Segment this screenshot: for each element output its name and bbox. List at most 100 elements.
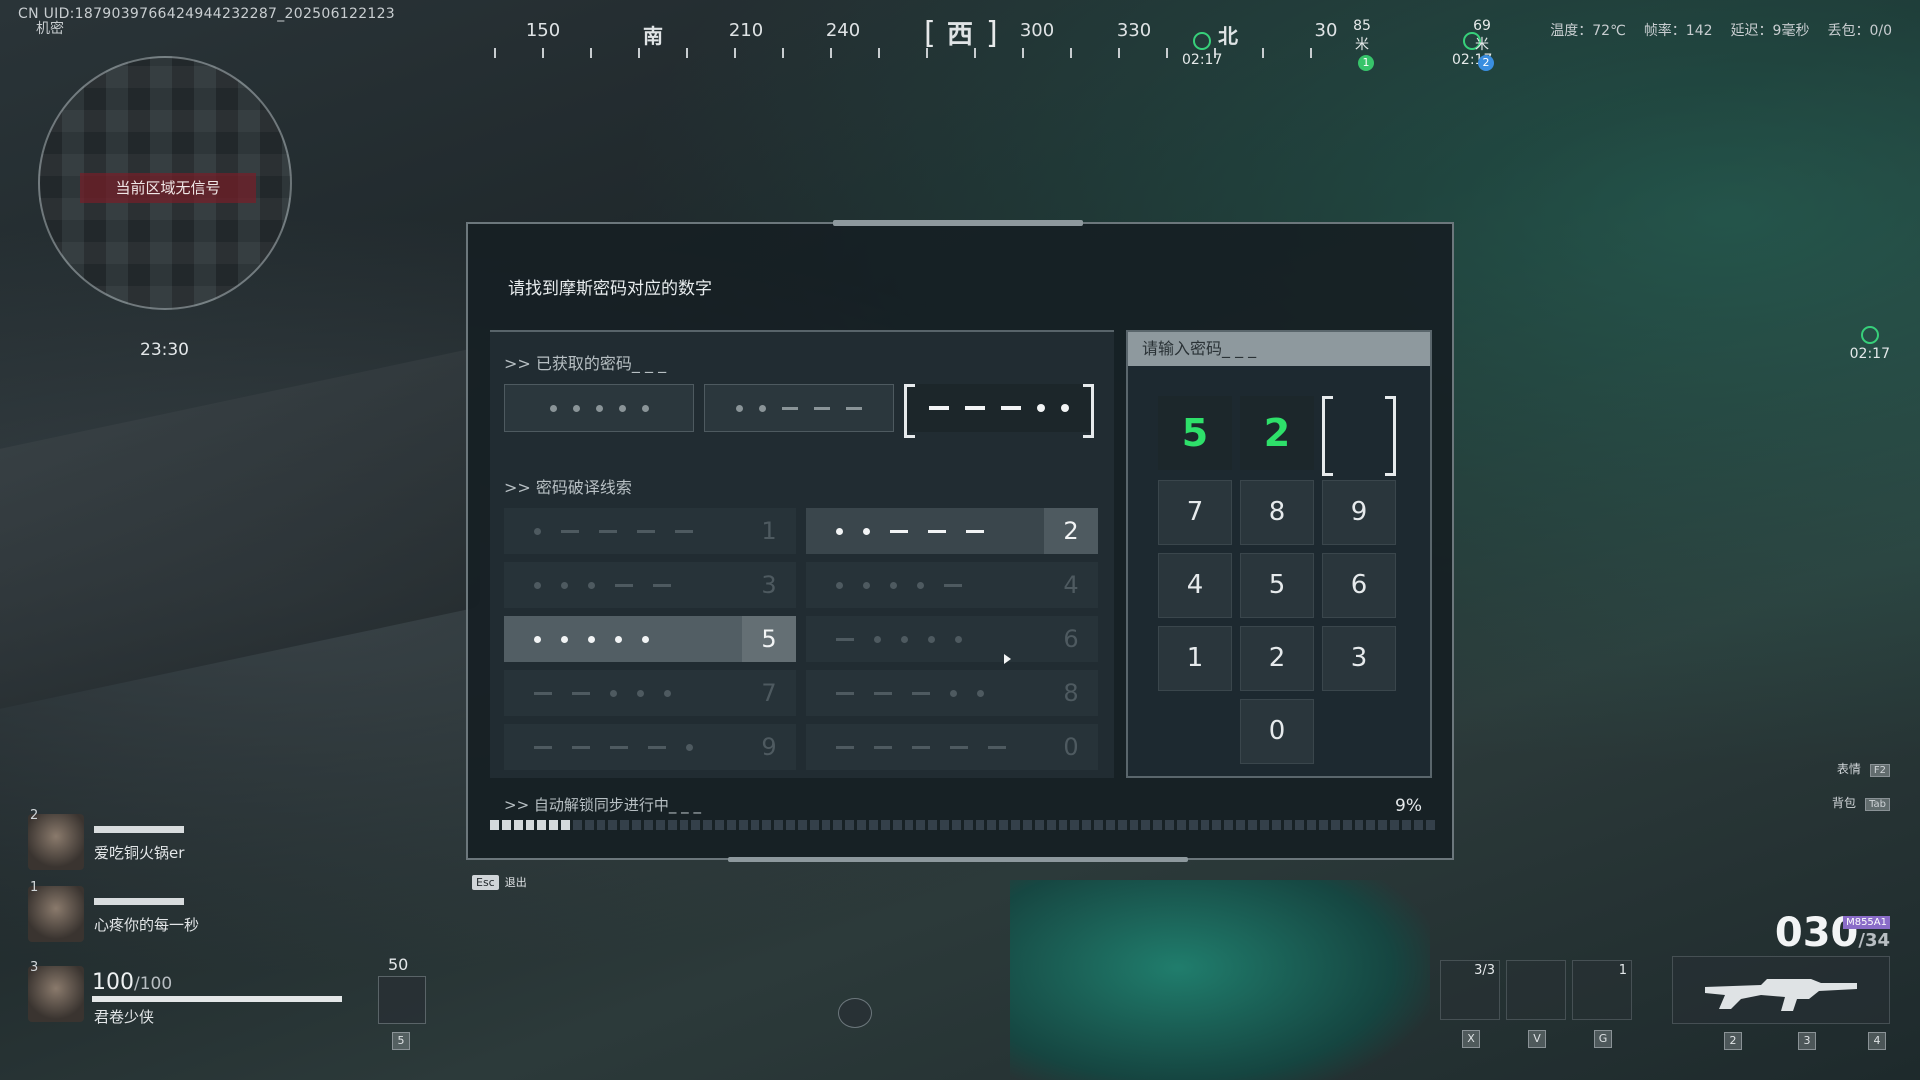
progress-segment <box>1342 820 1352 830</box>
progress-segment <box>1200 820 1210 830</box>
equipment-slot-ability[interactable] <box>1506 960 1566 1020</box>
compass-tick <box>1262 48 1264 58</box>
morse-dot <box>664 689 671 697</box>
obtained-code <box>704 384 894 432</box>
armor-hotkey: 5 <box>392 1032 410 1050</box>
progress-segment <box>750 820 760 830</box>
team-member: 2 爱吃铜火锅er <box>28 808 184 870</box>
progress-segment <box>691 820 701 830</box>
progress-segment <box>1188 820 1198 830</box>
progress-segment <box>561 820 570 830</box>
weapon-slot-key: 2 <box>1724 1032 1742 1050</box>
player-health-bar <box>92 996 342 1002</box>
morse-dash <box>890 529 908 533</box>
team-member-health-bar <box>94 898 184 905</box>
morse-dash <box>610 745 628 749</box>
progress-segment <box>821 820 831 830</box>
progress-segment <box>774 820 784 830</box>
rifle-icon <box>1705 979 1857 1011</box>
compass-heading-label: 210 <box>728 20 764 41</box>
password-slot: 5 <box>1158 396 1232 470</box>
compass-tick <box>830 48 832 58</box>
keypad-key-3[interactable]: 3 <box>1322 626 1396 691</box>
armor-item-slot[interactable] <box>378 976 426 1024</box>
morse-pattern <box>836 689 984 697</box>
keypad-key-4[interactable]: 4 <box>1158 553 1232 618</box>
objective-marker: 02:17 <box>1182 32 1222 68</box>
performance-stats: 温度：72℃ 帧率：142 延迟：9毫秒 丢包：0/0 <box>1550 20 1892 40</box>
morse-dot <box>534 527 541 535</box>
keypad-key-8[interactable]: 8 <box>1240 480 1314 545</box>
compass-heading-label: 南 <box>643 24 663 48</box>
decode-clue: 4 <box>806 562 1098 608</box>
progress-segment <box>786 820 795 830</box>
progress-segment <box>1366 820 1376 830</box>
obtained-codes-heading: >> 已获取的密码_ _ _ <box>504 354 667 373</box>
decode-clue: 6 <box>806 616 1098 662</box>
morse-dash <box>950 745 968 749</box>
minimap[interactable]: 当前区域无信号 <box>38 56 292 310</box>
progress-segment <box>1413 820 1423 830</box>
clue-digit: 6 <box>1063 625 1079 653</box>
shortcut-key: Tab <box>1865 798 1890 811</box>
exit-hint[interactable]: Esc 退出 <box>472 874 533 890</box>
emote-shortcut[interactable]: 表情 F2 <box>1828 760 1890 777</box>
compass-tick <box>494 48 496 58</box>
progress-segment <box>1046 820 1056 830</box>
voice-icon[interactable] <box>838 998 872 1028</box>
progress-segment <box>880 820 890 830</box>
team-member-name: 爱吃铜火锅er <box>94 844 185 862</box>
progress-segment <box>1271 820 1281 830</box>
morse-dash <box>637 529 655 533</box>
progress-segment <box>572 820 582 830</box>
keypad-key-1[interactable]: 1 <box>1158 626 1232 691</box>
progress-segment <box>963 820 973 830</box>
objective-icon <box>1193 32 1212 50</box>
morse-dot <box>890 581 897 589</box>
progress-segment <box>1176 820 1186 830</box>
progress-segment <box>869 820 878 830</box>
clue-digit: 7 <box>761 679 777 707</box>
equipment-slot-tactical[interactable]: 3/3 <box>1440 960 1500 1020</box>
equipment-hotkey: G <box>1594 1030 1612 1048</box>
progress-segment <box>1141 820 1151 830</box>
morse-dot <box>561 581 568 589</box>
keypad-key-9[interactable]: 9 <box>1322 480 1396 545</box>
compass-tick <box>590 48 592 58</box>
keypad-key-0[interactable]: 0 <box>1240 699 1314 764</box>
morse-dot <box>549 404 557 412</box>
clue-digit: 5 <box>742 616 796 662</box>
progress-segment <box>490 820 499 830</box>
morse-dash <box>675 529 693 533</box>
keypad-key-5[interactable]: 5 <box>1240 553 1314 618</box>
clue-digit: 4 <box>1063 571 1079 599</box>
progress-segment <box>1425 820 1435 830</box>
progress-segment <box>501 820 511 830</box>
teammate-distance-value: 69米 <box>1473 18 1491 53</box>
progress-segment <box>1070 820 1080 830</box>
progress-segment <box>1153 820 1163 830</box>
progress-segment <box>1354 820 1364 830</box>
keypad-key-7[interactable]: 7 <box>1158 480 1232 545</box>
progress-segment <box>537 820 547 830</box>
progress-segment <box>999 820 1009 830</box>
morse-dot <box>561 635 568 643</box>
morse-dot <box>836 581 843 589</box>
decode-clue: 2 <box>806 508 1098 554</box>
primary-weapon-slot[interactable] <box>1672 956 1890 1024</box>
keypad-key-2[interactable]: 2 <box>1240 626 1314 691</box>
compass-tick <box>1022 48 1024 58</box>
progress-segment <box>1212 820 1222 830</box>
morse-dot <box>955 635 962 643</box>
backpack-shortcut[interactable]: 背包 Tab <box>1823 794 1890 811</box>
progress-segment <box>1236 820 1245 830</box>
obtained-code <box>504 384 694 432</box>
compass-tick <box>926 48 928 58</box>
keypad-key-6[interactable]: 6 <box>1322 553 1396 618</box>
morse-dot <box>588 581 595 589</box>
compass-tick <box>1310 48 1312 58</box>
password-input-panel: 请输入密码_ _ _ 52 7894561230 <box>1126 330 1432 778</box>
equipment-slot-grenade[interactable]: 1 <box>1572 960 1632 1020</box>
equipment-count: 1 <box>1618 963 1627 978</box>
progress-segment <box>1378 820 1388 830</box>
